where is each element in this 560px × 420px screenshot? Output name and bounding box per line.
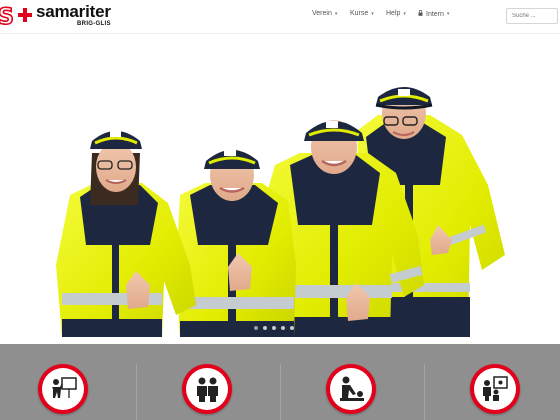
nav-item-verein[interactable]: Verein ▾ xyxy=(312,10,337,17)
hero-slider[interactable] xyxy=(0,35,560,337)
samaritan-logo-icon: S xyxy=(0,4,36,30)
header: S samariter BRIG-GLIS Verein ▾ Kurse ▾ H… xyxy=(0,0,560,34)
page: S samariter BRIG-GLIS Verein ▾ Kurse ▾ H… xyxy=(0,0,560,420)
service-teacher[interactable] xyxy=(464,362,528,420)
chevron-down-icon: ▾ xyxy=(371,10,374,17)
service-people[interactable] xyxy=(176,362,240,420)
slider-dot[interactable] xyxy=(290,326,294,330)
logo-name: samariter xyxy=(36,2,111,21)
slider-dot[interactable] xyxy=(254,326,258,330)
slider-dot[interactable] xyxy=(281,326,285,330)
logo-subtitle: BRIG-GLIS xyxy=(77,21,111,27)
search-input[interactable] xyxy=(506,8,558,24)
divider xyxy=(136,364,137,420)
first-aid-icon xyxy=(340,376,364,401)
slider-dot[interactable] xyxy=(272,326,276,330)
person-1 xyxy=(56,131,196,337)
slider-dot[interactable] xyxy=(263,326,267,330)
logo[interactable]: S samariter BRIG-GLIS xyxy=(0,2,111,30)
service-first-aid[interactable] xyxy=(320,362,384,420)
nav-item-kurse[interactable]: Kurse ▾ xyxy=(350,10,374,17)
people-icon xyxy=(197,377,218,402)
lock-icon xyxy=(418,10,423,18)
service-presentation[interactable] xyxy=(32,362,96,420)
hero-photo xyxy=(56,87,505,337)
teacher-icon xyxy=(483,376,508,401)
nav-item-intern[interactable]: Intern ▾ xyxy=(418,10,449,18)
presentation-icon xyxy=(52,377,77,398)
nav-item-help[interactable]: Help ▾ xyxy=(386,10,406,17)
red-cross-icon xyxy=(18,8,32,22)
divider xyxy=(424,364,425,420)
chevron-down-icon: ▾ xyxy=(334,10,338,17)
chevron-down-icon: ▾ xyxy=(446,11,450,17)
divider xyxy=(280,364,281,420)
services-band xyxy=(0,344,560,420)
slider-dots xyxy=(254,326,294,330)
chevron-down-icon: ▾ xyxy=(403,10,406,17)
